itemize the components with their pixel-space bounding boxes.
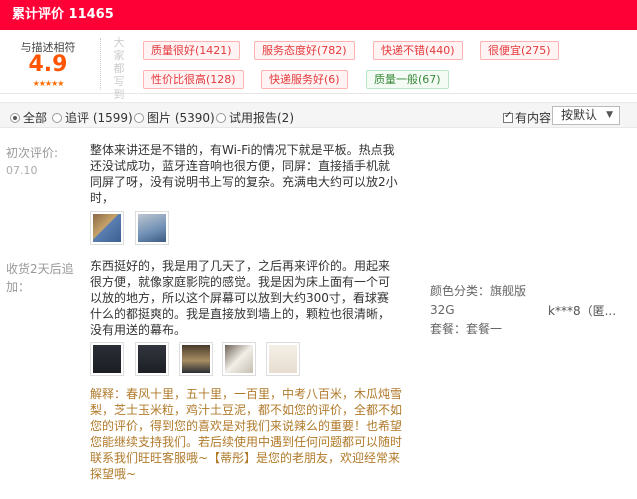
filter-bar: 全部 追评 (1599) 图片 (5390) 试用报告(2) 有内容 按默认 ▼ bbox=[0, 102, 637, 128]
impression-tag[interactable]: 质量很好(1421) bbox=[143, 41, 240, 60]
star-rating-icon: ★★★★★ bbox=[32, 79, 65, 88]
sort-label: 按默认 bbox=[561, 108, 598, 122]
checkbox-icon bbox=[503, 110, 513, 123]
room-photo-icon bbox=[182, 345, 210, 373]
followup-text: 东西挺好的，我是用了几天了，之后再来评价的。用起来很方便，就像家庭影院的感觉。我… bbox=[90, 259, 391, 337]
filter-trial-radio[interactable]: 试用报告(2) bbox=[216, 109, 294, 126]
rating-summary: 与描述相符 4.9 ★★★★★ 大家都写到 质量很好(1421) 服务态度好(7… bbox=[0, 30, 637, 101]
review-photo[interactable] bbox=[179, 342, 213, 376]
followup-review-label: 收货2天后追加： bbox=[6, 260, 84, 296]
reviewer-name: k***8（匿... bbox=[548, 304, 617, 318]
sku-size: 32G bbox=[430, 303, 455, 317]
filter-all-radio[interactable]: 全部 bbox=[10, 109, 47, 126]
impression-label: 大家都写到 bbox=[113, 36, 125, 101]
dark-photo-icon bbox=[138, 345, 166, 373]
review-photo[interactable] bbox=[90, 211, 124, 245]
impression-tag-negative[interactable]: 质量一般(67) bbox=[366, 70, 449, 89]
sku-color: 颜色分类：旗舰版 bbox=[430, 284, 527, 298]
filter-images-label: 图片 (5390) bbox=[147, 111, 215, 125]
review-photo[interactable] bbox=[90, 342, 124, 376]
room-photo-icon bbox=[225, 345, 253, 373]
review-photo[interactable] bbox=[135, 211, 169, 245]
reviews-title: 累计评价 bbox=[12, 7, 65, 22]
reviews-header: 累计评价 11465 bbox=[0, 0, 637, 30]
score-box: 与描述相符 4.9 ★★★★★ bbox=[0, 30, 96, 94]
has-content-label: 有内容 bbox=[515, 111, 552, 125]
filter-trial-label: 试用报告(2) bbox=[229, 111, 294, 125]
seller-reply: 解释：春风十里，五十里，一百里，中考八百米，木瓜炖雪梨，芝士玉米粒，鸡汁土豆泥，… bbox=[90, 387, 403, 481]
sort-select[interactable]: 按默认 ▼ bbox=[552, 106, 620, 125]
score-value: 4.9 bbox=[28, 52, 68, 77]
initial-review-date: 07.10 bbox=[6, 164, 38, 177]
impression-tag[interactable]: 性价比很高(128) bbox=[143, 70, 244, 89]
screen-photo-icon bbox=[138, 214, 166, 242]
tablet-photo-icon bbox=[93, 214, 121, 242]
summary-divider bbox=[100, 38, 101, 90]
impression-tag[interactable]: 很便宜(275) bbox=[480, 41, 559, 60]
impression-tag[interactable]: 快递服务好(6) bbox=[261, 70, 348, 89]
review-photo[interactable] bbox=[135, 342, 169, 376]
followup-label-text: 收货2天后追加： bbox=[6, 262, 74, 294]
review-photo[interactable] bbox=[266, 342, 300, 376]
filter-followup-label: 追评 (1599) bbox=[65, 111, 133, 125]
review-text: 整体来讲还是不错的，有Wi-Fi的情况下就是平板。热点我还没试成功，蓝牙连音响也… bbox=[90, 143, 398, 205]
chevron-down-icon: ▼ bbox=[606, 110, 613, 120]
impression-tag[interactable]: 服务态度好(782) bbox=[254, 41, 355, 60]
review-photo[interactable] bbox=[222, 342, 256, 376]
impression-tag[interactable]: 快递不错(440) bbox=[373, 41, 463, 60]
reviews-count: 11465 bbox=[68, 7, 114, 22]
has-content-checkbox[interactable]: 有内容 bbox=[503, 109, 551, 126]
filter-followup-radio[interactable]: 追评 (1599) bbox=[52, 109, 133, 126]
filter-all-label: 全部 bbox=[23, 111, 48, 125]
initial-review-label: 初次评价: bbox=[6, 146, 59, 160]
wall-photo-icon bbox=[269, 345, 297, 373]
dark-photo-icon bbox=[93, 345, 121, 373]
filter-images-radio[interactable]: 图片 (5390) bbox=[134, 109, 215, 126]
sku-set: 套餐：套餐一 bbox=[430, 322, 503, 336]
